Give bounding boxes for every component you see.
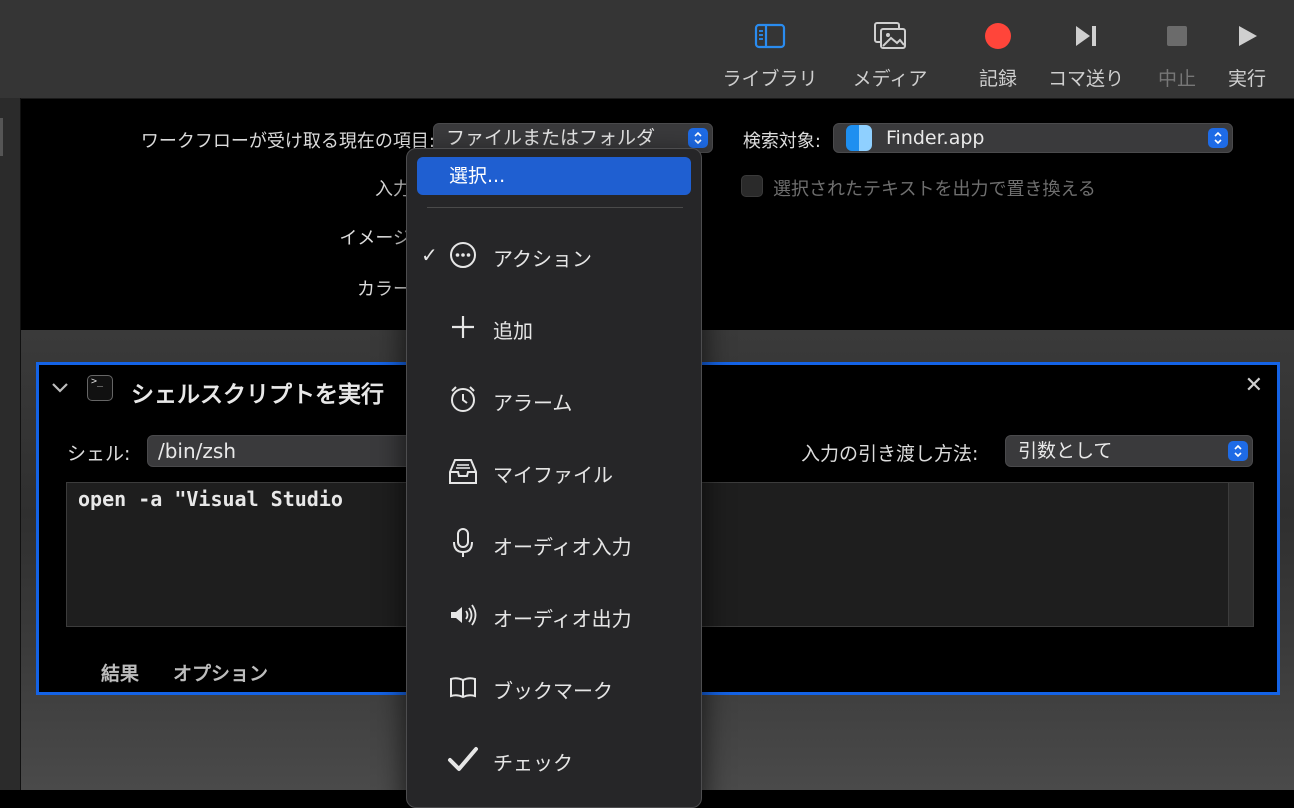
plus-icon [447, 311, 479, 343]
menu-item-alarm[interactable]: アラーム [407, 379, 701, 419]
checkmark-icon [447, 743, 479, 775]
step-forward-icon [1044, 16, 1128, 56]
search-target-popup[interactable]: Finder.app [833, 123, 1233, 153]
speaker-icon [447, 599, 479, 631]
finder-icon [846, 125, 872, 151]
editor-scrollbar[interactable] [1228, 483, 1253, 626]
action-title: シェルスクリプトを実行 [131, 382, 384, 408]
menu-item-label: アラーム [493, 391, 573, 415]
menu-item-my-files[interactable]: マイファイル [407, 451, 701, 491]
alarm-clock-icon [447, 383, 479, 415]
record-icon [970, 16, 1026, 56]
library-button[interactable]: ライブラリ [720, 16, 820, 91]
ellipsis-circle-icon [447, 239, 479, 271]
search-target-value: Finder.app [886, 127, 985, 149]
record-button[interactable]: 記録 [970, 16, 1026, 91]
stop-label: 中止 [1157, 68, 1196, 90]
media-label: メディア [852, 68, 928, 90]
shell-popup[interactable]: /bin/zsh [147, 435, 417, 467]
script-code: open -a "Visual Studio [78, 487, 343, 511]
image-label: イメージ [339, 228, 411, 249]
library-label: ライブラリ [722, 68, 818, 90]
input-label: 入力 [375, 179, 411, 200]
step-label: コマ送り [1047, 68, 1124, 90]
run-button[interactable]: 実行 [1220, 16, 1274, 91]
menu-item-audio-output[interactable]: オーディオ出力 [407, 595, 701, 635]
pass-input-value: 引数として [1018, 440, 1113, 462]
menu-item-label: チェック [493, 751, 573, 775]
menu-item-bookmark[interactable]: ブックマーク [407, 667, 701, 707]
search-label: 検索対象: [742, 131, 821, 152]
dropdown-menu: 選択... ✓ アクション 追加 アラーム マイファイル オーディオ入力 オーデ… [406, 148, 702, 808]
record-label: 記録 [978, 68, 1017, 90]
library-pane-edge [0, 98, 21, 790]
tray-icon [447, 455, 479, 487]
menu-item-label: オーディオ入力 [493, 535, 632, 559]
menu-item-audio-input[interactable]: オーディオ入力 [407, 523, 701, 563]
menu-item-label: 追加 [493, 319, 533, 343]
play-icon [1220, 16, 1274, 56]
color-label: カラー [357, 279, 411, 300]
book-icon [447, 671, 479, 703]
menu-item-label: マイファイル [493, 463, 613, 487]
tab-options[interactable]: オプション [173, 659, 268, 686]
shell-label: シェル: [67, 443, 131, 465]
checkmark-icon: ✓ [421, 243, 438, 267]
photos-icon [846, 16, 934, 56]
toolbar: ライブラリ メディア 記録 コマ送り 中止 実行 [0, 0, 1294, 99]
stop-icon [1150, 16, 1204, 56]
menu-item-action[interactable]: ✓ アクション [407, 235, 701, 275]
menu-item-label: オーディオ出力 [493, 607, 632, 631]
receives-value: ファイルまたはフォルダ [446, 127, 656, 149]
close-icon[interactable]: ✕ [1245, 373, 1263, 398]
menu-item-label: ブックマーク [493, 679, 613, 703]
tab-results[interactable]: 結果 [101, 659, 139, 686]
menu-item-select[interactable]: 選択... [417, 157, 691, 195]
sidebar-icon [720, 16, 820, 56]
menu-item-label: アクション [493, 247, 592, 271]
pane-marker [0, 118, 3, 156]
menu-separator [427, 207, 683, 208]
terminal-icon: >_ [87, 375, 113, 401]
popup-stepper-icon [1228, 441, 1248, 461]
replace-text-label: 選択されたテキストを出力で置き換える [773, 179, 1096, 200]
pass-input-popup[interactable]: 引数として [1005, 435, 1253, 467]
popup-stepper-icon [1208, 128, 1228, 148]
popup-stepper-icon [688, 128, 708, 148]
chevron-down-icon[interactable] [51, 379, 69, 398]
shell-value: /bin/zsh [158, 439, 236, 463]
step-button[interactable]: コマ送り [1044, 16, 1128, 91]
pass-input-label: 入力の引き渡し方法: [801, 443, 979, 465]
stop-button[interactable]: 中止 [1150, 16, 1204, 91]
receives-label: ワークフローが受け取る現在の項目: [140, 131, 435, 152]
menu-item-check[interactable]: チェック [407, 739, 701, 779]
menu-item-add[interactable]: 追加 [407, 307, 701, 347]
run-label: 実行 [1227, 68, 1266, 90]
replace-text-checkbox[interactable] [741, 175, 763, 197]
media-button[interactable]: メディア [846, 16, 934, 91]
microphone-icon [447, 527, 479, 559]
